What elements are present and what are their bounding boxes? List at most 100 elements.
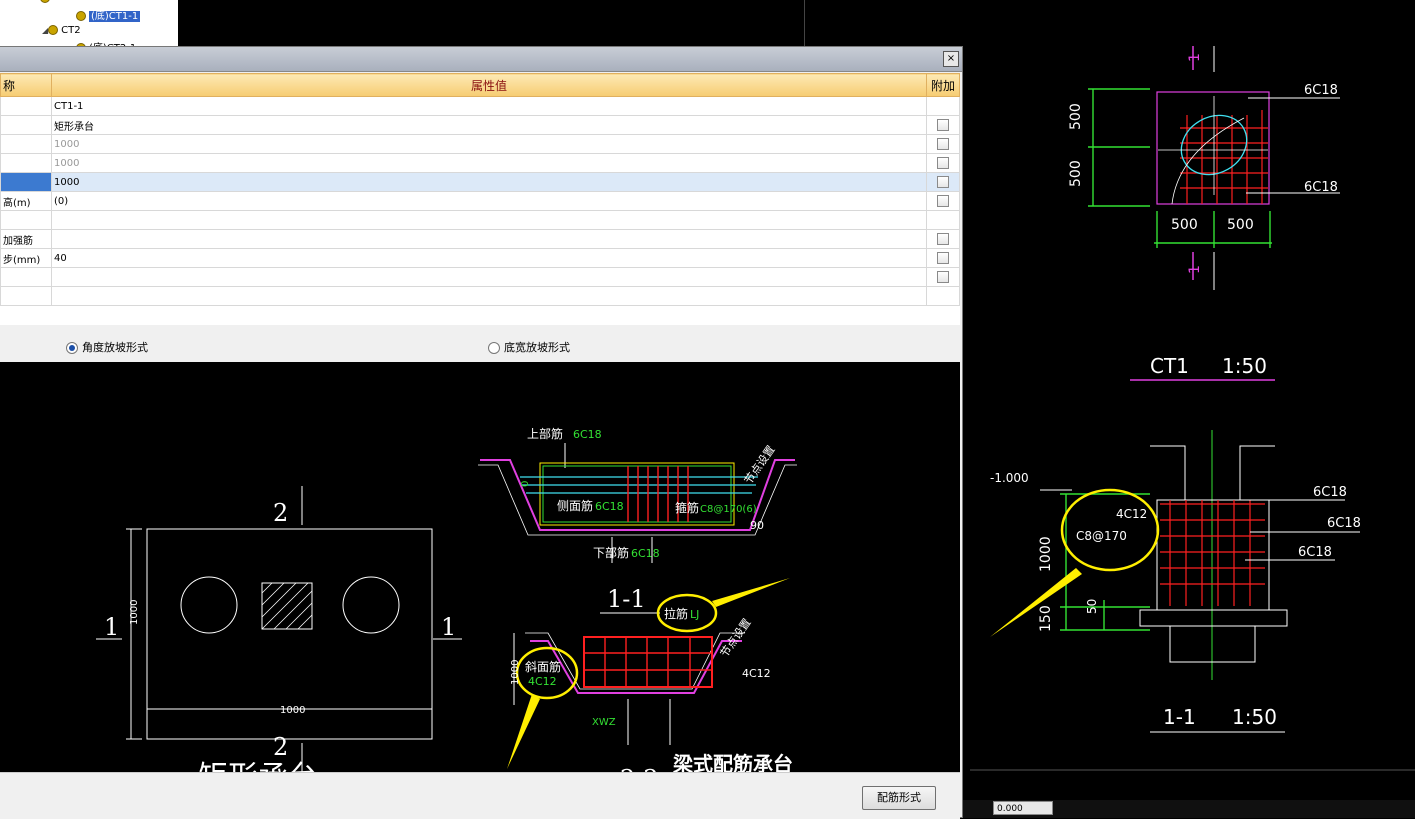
ct1-plan-label-bottom: 6C18 (1304, 180, 1338, 195)
table-row[interactable]: 高(m) (0) (0, 191, 960, 211)
ct1-dim-h1: 500 (1171, 217, 1198, 233)
section-slope-rebar: 4C12 (1116, 507, 1147, 521)
table-row[interactable]: 矩形承台 (0, 115, 960, 135)
row-checkbox[interactable] (937, 138, 949, 150)
cad-drawing-panel: 1 6C18 6C18 500 500 500 500 1 CT1 1:50 -… (963, 46, 1415, 818)
zero-label: 0 (520, 481, 531, 487)
tree-item-ct1[interactable] (40, 0, 53, 4)
stirrup-label: 箍筋 (675, 500, 699, 515)
header-value: 属性值 (51, 73, 927, 97)
component-gear-icon (76, 11, 86, 21)
table-row[interactable]: 加强筋 (0, 229, 960, 249)
table-row-selected[interactable]: 1000 (0, 172, 960, 192)
row-checkbox[interactable] (937, 233, 949, 245)
table-row[interactable]: 1000 (0, 134, 960, 154)
dialog-footer: 配筋形式 (0, 772, 960, 819)
row-name (0, 153, 52, 173)
row-value[interactable]: 40 (51, 248, 927, 268)
row-name (0, 267, 52, 287)
pile-circle-right (342, 576, 400, 634)
row-name (0, 210, 52, 230)
top-rebar-value: 6C18 (573, 428, 602, 441)
row-checkbox[interactable] (937, 271, 949, 283)
section-rebar-2: 6C18 (1327, 516, 1361, 531)
arrow-annotation-icon (990, 568, 1082, 637)
table-header-row: 称 属性值 附加 (0, 73, 960, 97)
radio-label: 底宽放坡形式 (504, 341, 570, 354)
row-name (0, 96, 52, 116)
table-row[interactable]: 1000 (0, 153, 960, 173)
side-rebar-value: 6C18 (595, 500, 624, 513)
row-checkbox[interactable] (937, 195, 949, 207)
tree-item-ct1-1[interactable]: (底)CT1-1 (76, 7, 141, 22)
section-rebar-1: 6C18 (1313, 485, 1347, 500)
section-mark-1-left: 1 (104, 613, 119, 641)
row-name (0, 134, 52, 154)
tree-item-ct2[interactable]: ◢ CT2 (42, 25, 81, 36)
section-dim-1000: 1000 (1038, 536, 1054, 572)
rebar-config-button[interactable]: 配筋形式 (862, 786, 936, 810)
plan-title: 矩形承台 (198, 760, 318, 772)
radio-width-mode[interactable]: 底宽放坡形式 (488, 339, 570, 355)
row-checkbox[interactable] (937, 252, 949, 264)
component-gear-icon (48, 25, 59, 35)
row-checkbox[interactable] (937, 119, 949, 131)
row-name (0, 115, 52, 135)
header-name: 称 (0, 73, 52, 97)
tree-item-label: (底)CT1-1 (89, 11, 141, 22)
table-row[interactable] (0, 267, 960, 287)
top-rebar-label: 上部筋 (527, 426, 563, 441)
slope-rebar-value: 4C12 (528, 675, 557, 688)
row-value[interactable]: (0) (51, 191, 927, 211)
dim-horizontal-label: 1000 (280, 705, 305, 716)
row-value[interactable]: 矩形承台 (51, 115, 927, 135)
table-row[interactable] (0, 286, 960, 306)
header-extra: 附加 (926, 73, 960, 97)
row-checkbox[interactable] (937, 176, 949, 188)
row-value[interactable]: 1000 (51, 134, 927, 154)
component-gear-icon (40, 0, 50, 3)
table-row[interactable]: 步(mm) 40 (0, 248, 960, 268)
ct1-scale: 1:50 (1222, 354, 1267, 378)
section-title-22: 2-2 (620, 765, 659, 772)
stirrup-value: C8@170(6) (700, 504, 757, 515)
row-name: 高(m) (0, 191, 52, 211)
section-dim-150: 150 (1038, 605, 1054, 632)
right-rebar-value: 4C12 (742, 667, 771, 680)
pile-circle-left (180, 576, 238, 634)
pile-cap-diagram: 2 2 1 1 1000 1000 矩形承台 上部筋 6C18 (96, 426, 797, 772)
radio-empty-icon (488, 342, 500, 354)
row-value[interactable] (51, 229, 927, 249)
section-dim-50: 50 (1085, 599, 1099, 614)
component-tree: (底)CT1-1 ◢CT2 (底)CT2-1 (0, 0, 179, 54)
row-checkbox[interactable] (937, 157, 949, 169)
ct1-dim-v2: 500 (1068, 160, 1084, 187)
close-button[interactable]: × (943, 51, 959, 67)
slope-mode-radio-group: 角度放坡形式 底宽放坡形式 (0, 333, 960, 361)
section-mark-1-right: 1 (441, 613, 456, 641)
table-row[interactable]: CT1-1 (0, 96, 960, 116)
radio-label: 角度放坡形式 (82, 341, 148, 354)
table-row[interactable] (0, 210, 960, 230)
radio-angle-mode[interactable]: 角度放坡形式 (66, 339, 148, 355)
radio-selected-icon (66, 342, 78, 354)
row-name (0, 286, 52, 306)
divider (804, 0, 805, 46)
row-value[interactable]: 1000 (51, 153, 927, 173)
row-value[interactable]: CT1-1 (51, 96, 927, 116)
node-note-22: 节点设置 (718, 616, 754, 659)
arrow-annotation-icon (712, 578, 790, 607)
beam-cap-caption: 梁式配筋承台 (672, 752, 793, 772)
row-value[interactable] (51, 286, 927, 306)
row-value[interactable] (51, 267, 927, 287)
section-title-11: 1-1 (607, 585, 646, 613)
row-value[interactable]: 1000 (51, 172, 927, 192)
zoom-field[interactable]: 0.000 (993, 801, 1053, 815)
diagram-canvas: 2 2 1 1 1000 1000 矩形承台 上部筋 6C18 (0, 362, 960, 772)
row-value[interactable] (51, 210, 927, 230)
angle-label: 90 (750, 519, 764, 532)
section-scale: 1:50 (1232, 705, 1277, 729)
dialog-titlebar[interactable]: × (0, 47, 962, 72)
property-grid: 称 属性值 附加 CT1-1 矩形承台 1000 1000 1000 高(m)(… (0, 73, 960, 325)
ct1-mark-top: 1 (1187, 53, 1203, 62)
